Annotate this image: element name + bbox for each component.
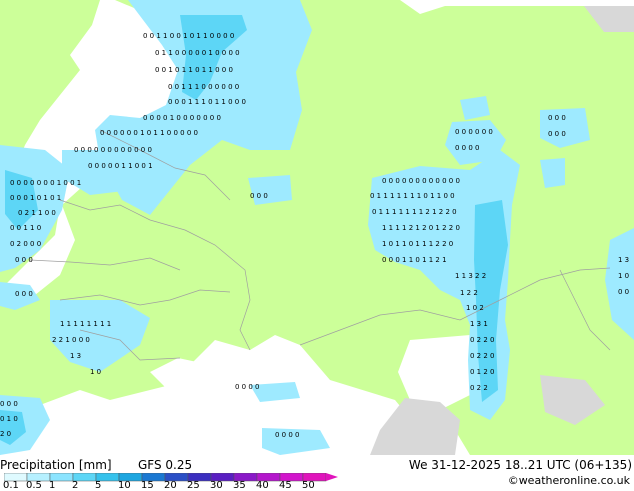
model-name: GFS 0.25 bbox=[138, 458, 193, 472]
svg-text:1 1 3 2 2: 1 1 3 2 2 bbox=[455, 272, 486, 280]
svg-text:0 1 1 0 0 0 0 0 1 0 0 0 0: 0 1 1 0 0 0 0 0 1 0 0 0 0 bbox=[155, 49, 240, 57]
svg-text:2 0: 2 0 bbox=[0, 430, 11, 438]
svg-text:0 0 0 0: 0 0 0 0 bbox=[275, 431, 300, 439]
svg-text:0 0 0: 0 0 0 bbox=[15, 256, 33, 264]
svg-text:0 0: 0 0 bbox=[618, 288, 629, 296]
colorbar-tick: 20 bbox=[164, 480, 177, 491]
svg-text:0 0 0 1 0 1 0 1: 0 0 0 1 0 1 0 1 bbox=[10, 194, 61, 202]
svg-text:0 0 0: 0 0 0 bbox=[15, 290, 33, 298]
svg-text:0 0 1 1 0 0 1 0 1 1 0 0 0 0: 0 0 1 1 0 0 1 0 1 1 0 0 0 0 bbox=[143, 32, 234, 40]
colorbar-tick: 35 bbox=[233, 480, 246, 491]
svg-text:0 0 0 1 1 1 0 1 1 0 0 0: 0 0 0 1 1 1 0 1 1 0 0 0 bbox=[168, 98, 246, 106]
svg-text:1 1 1 1 1 1 1 1: 1 1 1 1 1 1 1 1 bbox=[60, 320, 111, 328]
svg-text:0 0 1 1 0: 0 0 1 1 0 bbox=[10, 224, 41, 232]
svg-text:1 1 1 1 2 1 2 0 1 2 2 0: 1 1 1 1 2 1 2 0 1 2 2 0 bbox=[382, 224, 460, 232]
colorbar-tick: 25 bbox=[187, 480, 200, 491]
map-title: Precipitation [mm] bbox=[0, 458, 112, 472]
colorbar-tick: 10 bbox=[118, 480, 131, 491]
svg-text:0 1 2 0: 0 1 2 0 bbox=[470, 368, 495, 376]
svg-text:0 0 0 0 0 0: 0 0 0 0 0 0 bbox=[455, 128, 493, 136]
colorbar-tick: 30 bbox=[210, 480, 223, 491]
svg-text:0 0 0 0 0 0 0 1 0 0 1: 0 0 0 0 0 0 0 1 0 0 1 bbox=[10, 179, 81, 187]
svg-text:1 2 2: 1 2 2 bbox=[460, 289, 478, 297]
svg-text:0 2 2: 0 2 2 bbox=[470, 384, 488, 392]
map-footer: Precipitation [mm] GFS 0.25 We 31-12-202… bbox=[0, 455, 634, 491]
svg-text:1 0: 1 0 bbox=[618, 272, 629, 280]
svg-text:0 2 2 0: 0 2 2 0 bbox=[470, 352, 495, 360]
colorbar-tick: 45 bbox=[279, 480, 292, 491]
svg-text:0 0 0 0 0 0 0 0 0 0 0 0: 0 0 0 0 0 0 0 0 0 0 0 0 bbox=[382, 177, 460, 185]
svg-text:0 0 1 0 1 1 0 1 1 0 0 0: 0 0 1 0 1 1 0 1 1 0 0 0 bbox=[155, 66, 233, 74]
svg-text:1 3 1: 1 3 1 bbox=[470, 320, 488, 328]
svg-text:0 0 0: 0 0 0 bbox=[250, 192, 268, 200]
svg-text:0 1 1 1 1 1 1 1 0 1 1 0 0: 0 1 1 1 1 1 1 1 0 1 1 0 0 bbox=[370, 192, 455, 200]
colorbar-tick: 15 bbox=[141, 480, 154, 491]
svg-text:0 0 0 0: 0 0 0 0 bbox=[235, 383, 260, 391]
colorbar-tick: 0.5 bbox=[26, 480, 42, 491]
colorbar-tick: 0.1 bbox=[3, 480, 19, 491]
svg-text:1 3: 1 3 bbox=[70, 352, 81, 360]
svg-text:0 1 0: 0 1 0 bbox=[0, 415, 18, 423]
colorbar-extend-arrow bbox=[326, 473, 338, 481]
colorbar-tick: 2 bbox=[72, 480, 79, 491]
colorbar-tick: 50 bbox=[302, 480, 315, 491]
svg-text:0 0 1 1 1 0 0 0 0 0 0: 0 0 1 1 1 0 0 0 0 0 0 bbox=[168, 83, 239, 91]
svg-text:0 0 0 1 1 0 1 1 2 1: 0 0 0 1 1 0 1 1 2 1 bbox=[382, 256, 447, 264]
svg-text:1 0 1 1 0 1 1 1 2 2 0: 1 0 1 1 0 1 1 1 2 2 0 bbox=[382, 240, 453, 248]
svg-text:0 0 0 0: 0 0 0 0 bbox=[455, 144, 480, 152]
svg-text:0 0 0 0 0 0 1 0 1 1 0 0 0 0 0: 0 0 0 0 0 0 1 0 1 1 0 0 0 0 0 bbox=[100, 129, 198, 137]
site-credit: ©weatheronline.co.uk bbox=[507, 474, 630, 487]
svg-text:0 0 0 0 0 0 0 0 0 0 0 0: 0 0 0 0 0 0 0 0 0 0 0 0 bbox=[74, 146, 152, 154]
svg-text:0 0 0: 0 0 0 bbox=[548, 114, 566, 122]
svg-text:1 0: 1 0 bbox=[90, 368, 101, 376]
colorbar-tick: 5 bbox=[95, 480, 102, 491]
colorbar-tick: 40 bbox=[256, 480, 269, 491]
svg-text:2 2 1 0 0 0: 2 2 1 0 0 0 bbox=[52, 336, 90, 344]
svg-text:1 3: 1 3 bbox=[618, 256, 629, 264]
svg-text:0 0 0 0 1 0 0 0 0 0 0 0: 0 0 0 0 1 0 0 0 0 0 0 0 bbox=[143, 114, 221, 122]
svg-text:0 2 0 0 0: 0 2 0 0 0 bbox=[10, 240, 41, 248]
precipitation-map: 0 0 1 1 0 0 1 0 1 1 0 0 0 0 0 1 1 0 0 0 … bbox=[0, 0, 634, 455]
svg-text:0 2 2 0: 0 2 2 0 bbox=[470, 336, 495, 344]
valid-time: We 31-12-2025 18..21 UTC (06+135) bbox=[408, 458, 632, 472]
svg-text:1 0 2: 1 0 2 bbox=[466, 304, 484, 312]
svg-text:0 1 1 1 1 1 1 1 2 1 2 2 0: 0 1 1 1 1 1 1 1 2 1 2 2 0 bbox=[372, 208, 457, 216]
svg-text:0 0 0 0 0 1 1 0 0 1: 0 0 0 0 0 1 1 0 0 1 bbox=[88, 162, 153, 170]
colorbar-tick: 1 bbox=[49, 480, 56, 491]
svg-text:0 0 0: 0 0 0 bbox=[0, 400, 18, 408]
svg-text:0 0 0: 0 0 0 bbox=[548, 130, 566, 138]
svg-text:0 2 1 1 0 0: 0 2 1 1 0 0 bbox=[18, 209, 56, 217]
